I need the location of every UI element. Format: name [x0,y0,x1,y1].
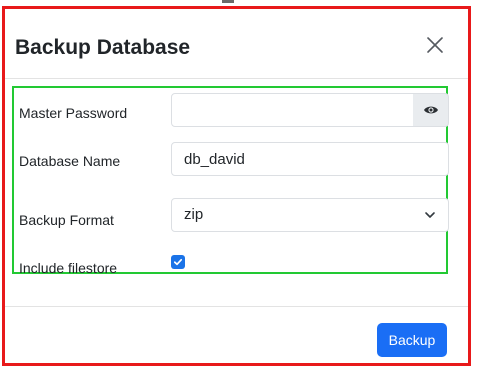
database-name-input[interactable] [171,142,449,176]
backup-format-select[interactable]: zip [171,198,449,232]
backup-format-selected-value: zip [184,206,204,223]
backdrop-edge [222,0,234,3]
chevron-down-icon [425,212,435,218]
backup-format-label: Backup Format [19,212,114,228]
toggle-password-visibility-button[interactable] [413,93,449,127]
check-icon [173,258,183,266]
master-password-label: Master Password [19,105,128,121]
dialog-header: Backup Database [5,9,468,79]
dialog-title: Backup Database [15,36,191,59]
include-filestore-row: Include filestore [14,238,446,276]
backup-button[interactable]: Backup [377,323,447,357]
eye-icon [423,106,438,114]
backup-form: Master Password Database Name Backup For… [12,86,449,276]
master-password-row: Master Password [14,88,449,136]
dialog-footer: Backup [5,306,468,363]
database-name-row: Database Name [14,138,449,186]
include-filestore-checkbox[interactable] [171,255,185,269]
database-name-label: Database Name [19,153,121,169]
include-filestore-label: Include filestore [19,260,118,276]
close-button[interactable] [421,31,449,59]
backup-database-dialog: Backup Database Master Password Database… [2,6,471,366]
close-icon [427,37,443,53]
master-password-input[interactable] [171,93,414,127]
